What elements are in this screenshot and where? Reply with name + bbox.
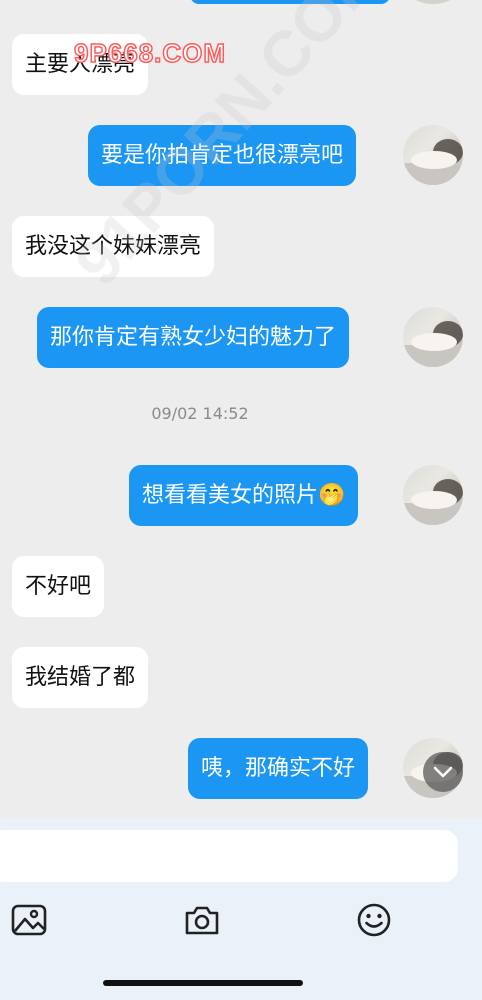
- home-indicator: [103, 980, 303, 986]
- image-icon: [11, 904, 47, 936]
- timestamp: 09/02 14:52: [151, 404, 249, 423]
- chevron-down-icon: [433, 766, 453, 778]
- watermark-logo: 9P668.COM: [73, 37, 227, 69]
- emoji-button[interactable]: [354, 900, 394, 940]
- message-bubble-incoming[interactable]: 不好吧: [12, 556, 105, 617]
- message-input[interactable]: [0, 830, 458, 882]
- message-bubble-outgoing[interactable]: 咦，那确实不好: [188, 738, 369, 799]
- avatar[interactable]: [403, 0, 463, 4]
- camera-icon: [185, 906, 219, 935]
- avatar[interactable]: [403, 307, 463, 367]
- message-bubble-outgoing[interactable]: 想看看美女的照片🤭: [129, 465, 359, 526]
- scroll-to-bottom-button[interactable]: [423, 752, 463, 792]
- avatar[interactable]: [403, 465, 463, 525]
- message-text: 咦，那确实不好: [201, 755, 356, 781]
- avatar[interactable]: [403, 125, 463, 185]
- image-button[interactable]: [9, 900, 49, 940]
- message-bubble-outgoing[interactable]: 那你肯定有熟女少妇的魅力了: [37, 307, 350, 368]
- emoji-icon: [357, 903, 391, 937]
- message-text: 我结婚了都: [25, 664, 136, 690]
- chat-area[interactable]: 主要人漂亮 要是你拍肯定也很漂亮吧 我没这个妹妹漂亮 那你肯定有熟女少妇的魅力了…: [0, 0, 482, 818]
- message-text: 不好吧: [25, 573, 92, 599]
- camera-button[interactable]: [182, 900, 222, 940]
- message-text: 想看看美女的照片🤭: [142, 482, 346, 508]
- input-area: [0, 818, 482, 1000]
- message-text: 那你肯定有熟女少妇的魅力了: [50, 324, 337, 350]
- message-bubble-incoming[interactable]: 我结婚了都: [12, 647, 149, 708]
